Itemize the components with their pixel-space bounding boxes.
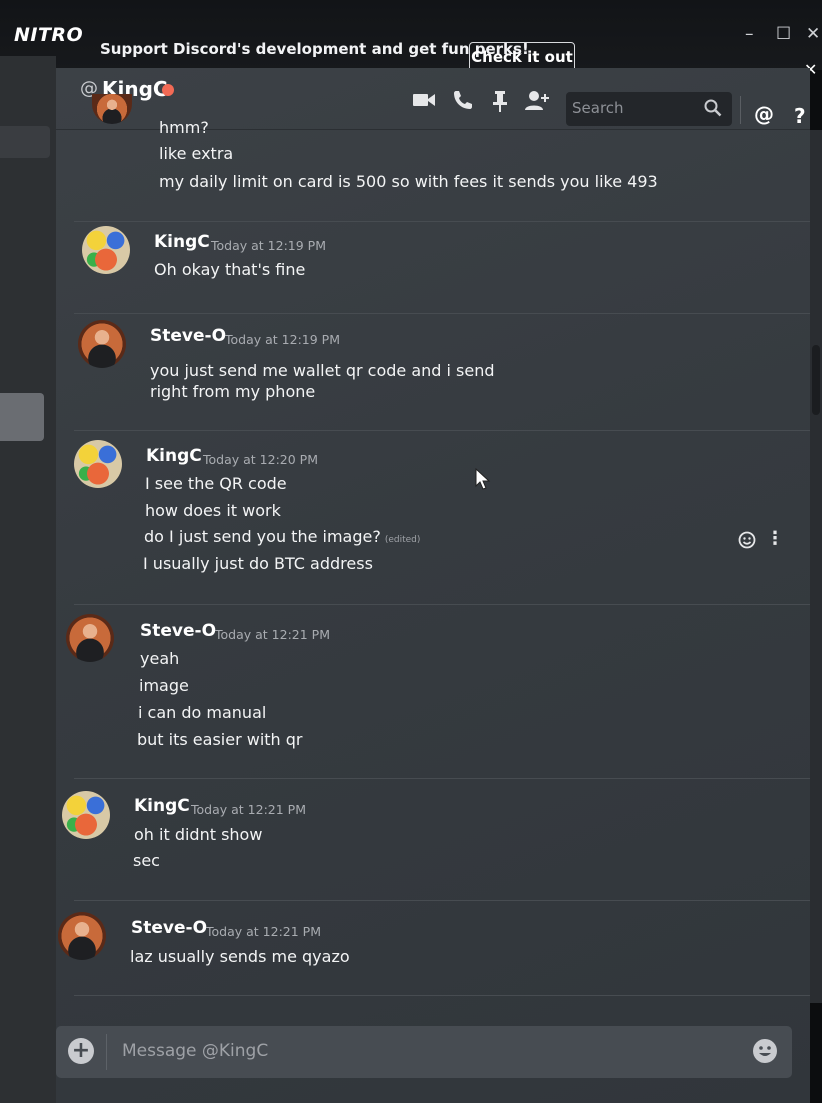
message-line: sec bbox=[133, 851, 160, 870]
message-line: do I just send you the image? (edited) bbox=[144, 527, 420, 546]
message-line: image bbox=[139, 676, 189, 695]
message-text: do I just send you the image? bbox=[144, 527, 381, 546]
message-divider bbox=[74, 430, 810, 431]
mouse-cursor-icon bbox=[475, 467, 491, 494]
status-dnd-icon bbox=[162, 84, 174, 96]
chat-scrollbar[interactable] bbox=[810, 130, 822, 1003]
message-line: I see the QR code bbox=[145, 474, 287, 493]
avatar[interactable] bbox=[66, 614, 114, 662]
message-line: laz usually sends me qyazo bbox=[130, 947, 350, 966]
edited-marker: (edited) bbox=[384, 535, 421, 545]
message-timestamp: Today at 12:19 PM bbox=[211, 238, 326, 253]
message-line: my daily limit on card is 500 so with fe… bbox=[159, 172, 658, 191]
avatar[interactable] bbox=[74, 440, 122, 488]
message-line: but its easier with qr bbox=[137, 730, 303, 749]
message-line: like extra bbox=[159, 144, 234, 163]
nitro-banner: NITRO Support Discord's development and … bbox=[0, 0, 822, 79]
message-line: Oh okay that's fine bbox=[154, 260, 306, 279]
message-timestamp: Today at 12:21 PM bbox=[191, 802, 306, 817]
emoji-icon[interactable] bbox=[752, 1038, 778, 1068]
window-maximize-button[interactable]: ☐ bbox=[776, 24, 791, 44]
message-timestamp: Today at 12:19 PM bbox=[225, 332, 340, 347]
message-divider bbox=[74, 995, 810, 996]
sidebar-selected-item[interactable] bbox=[0, 393, 44, 441]
message-divider bbox=[74, 604, 810, 605]
nitro-logo: NITRO bbox=[14, 24, 84, 46]
message-timestamp: Today at 12:21 PM bbox=[215, 627, 330, 642]
message-author[interactable]: Steve-O bbox=[150, 326, 226, 346]
message-timestamp: Today at 12:21 PM bbox=[206, 924, 321, 939]
message-divider bbox=[74, 313, 810, 314]
avatar[interactable] bbox=[92, 94, 132, 124]
avatar[interactable] bbox=[78, 320, 126, 368]
window-close-button[interactable]: ✕ bbox=[806, 24, 820, 44]
message-author[interactable]: KingC bbox=[134, 796, 190, 816]
nitro-promo-text: Support Discord's development and get fu… bbox=[100, 40, 529, 58]
chat-area: @ KingC Search @ ? hmm? like extra my da bbox=[56, 68, 810, 1103]
avatar[interactable] bbox=[62, 791, 110, 839]
message-author[interactable]: KingC bbox=[154, 232, 210, 252]
message-line: how does it work bbox=[145, 501, 281, 520]
message-line: i can do manual bbox=[138, 703, 267, 722]
scrollbar-thumb[interactable] bbox=[812, 345, 820, 415]
window-minimize-button[interactable]: – bbox=[745, 24, 754, 44]
channel-sidebar bbox=[0, 56, 56, 1103]
add-reaction-icon[interactable] bbox=[738, 531, 756, 553]
message-divider bbox=[74, 900, 810, 901]
message-composer[interactable]: + Message @KingC bbox=[56, 1026, 792, 1078]
message-author[interactable]: Steve-O bbox=[131, 918, 207, 938]
message-author[interactable]: KingC bbox=[146, 446, 202, 466]
message-line: oh it didnt show bbox=[134, 825, 263, 844]
attach-plus-icon[interactable]: + bbox=[68, 1038, 94, 1064]
message-line: hmm? bbox=[159, 118, 209, 137]
message-input[interactable]: Message @KingC bbox=[122, 1041, 268, 1061]
message-timestamp: Today at 12:20 PM bbox=[203, 452, 318, 467]
message-line: you just send me wallet qr code and i se… bbox=[150, 361, 495, 380]
message-line: right from my phone bbox=[150, 382, 316, 401]
message-line: I usually just do BTC address bbox=[143, 554, 373, 573]
composer-divider bbox=[106, 1034, 107, 1070]
message-line: yeah bbox=[140, 649, 180, 668]
message-divider bbox=[74, 778, 810, 779]
avatar[interactable] bbox=[82, 226, 130, 274]
sidebar-search-bar[interactable] bbox=[0, 126, 50, 158]
avatar[interactable] bbox=[58, 912, 106, 960]
more-icon[interactable]: ⋮ bbox=[766, 528, 784, 549]
message-list: hmm? like extra my daily limit on card i… bbox=[56, 94, 810, 1028]
message-divider bbox=[74, 221, 810, 222]
message-author[interactable]: Steve-O bbox=[140, 621, 216, 641]
